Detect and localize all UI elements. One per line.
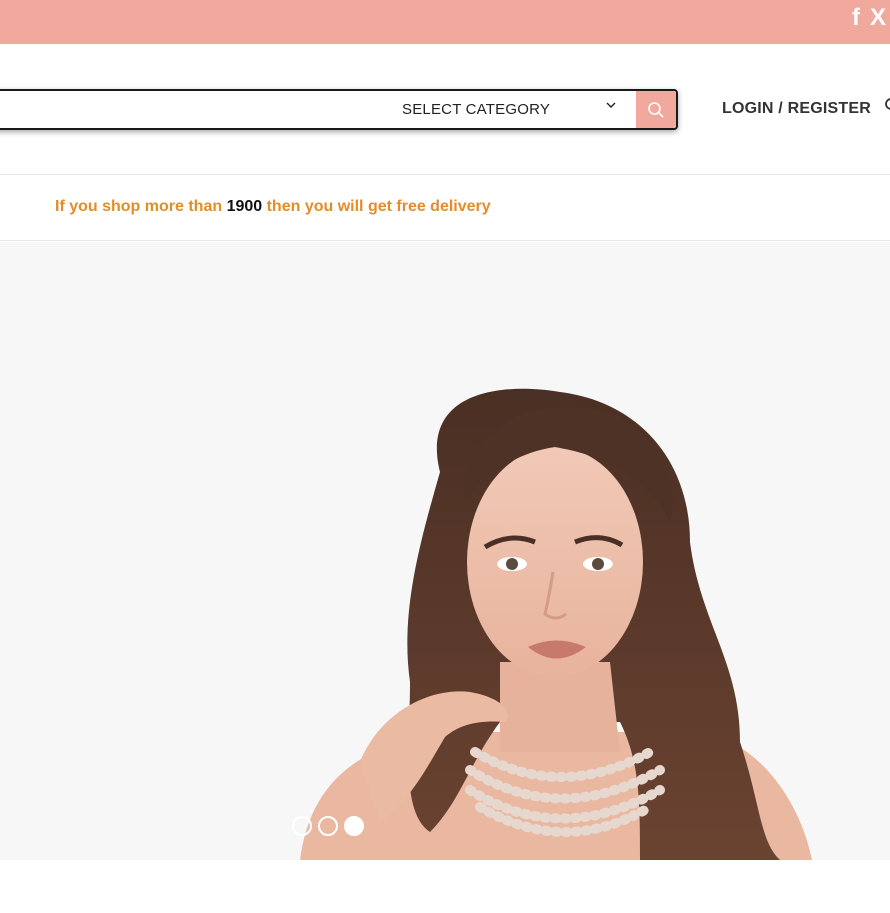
- promo-banner: If you shop more than 1900 then you will…: [0, 176, 890, 241]
- hero-slider: [0, 242, 890, 860]
- slider-dot-3[interactable]: [344, 816, 364, 836]
- slider-dot-1[interactable]: [292, 816, 312, 836]
- slider-dot-2[interactable]: [318, 816, 338, 836]
- search-input[interactable]: [6, 91, 386, 128]
- search-bar: SELECT CATEGORY: [0, 89, 678, 130]
- header-search-icon[interactable]: [884, 98, 890, 114]
- category-select[interactable]: SELECT CATEGORY: [402, 91, 627, 128]
- x-icon[interactable]: X: [870, 6, 886, 30]
- promo-amount: 1900: [226, 198, 263, 215]
- promo-text-before: If you shop more than: [55, 198, 227, 215]
- login-register-link[interactable]: LOGIN / REGISTER: [722, 100, 871, 118]
- social-links: f X: [852, 6, 886, 30]
- hero-model-image: [300, 388, 812, 860]
- header: SELECT CATEGORY LOGIN / REGISTER: [0, 44, 890, 175]
- category-select-label: SELECT CATEGORY: [402, 101, 551, 118]
- promo-text-after: then you will get free delivery: [262, 198, 491, 215]
- facebook-icon[interactable]: f: [852, 6, 860, 30]
- free-delivery-message: If you shop more than 1900 then you will…: [55, 198, 491, 216]
- search-icon: [648, 101, 664, 118]
- top-bar: f X: [0, 0, 890, 44]
- slider-dots: [292, 816, 364, 836]
- chevron-down-icon: [606, 102, 616, 108]
- search-button[interactable]: [636, 91, 676, 128]
